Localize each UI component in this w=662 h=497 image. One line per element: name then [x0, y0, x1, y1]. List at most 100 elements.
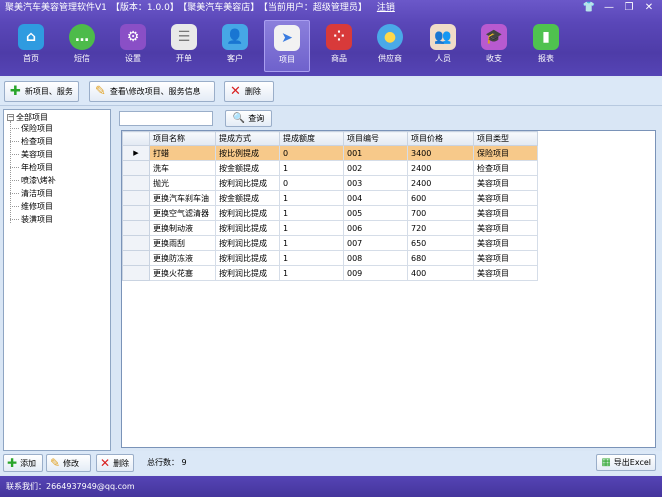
table-cell[interactable]: 美容项目 — [473, 175, 538, 191]
table-cell[interactable]: 009 — [343, 265, 408, 281]
table-cell[interactable]: 更换制动液 — [149, 220, 216, 236]
nav-item-projects[interactable]: ➤ 项目 — [264, 20, 310, 72]
table-row[interactable]: 更换制动液 按利润比提成 1 006 720 美容项目 — [122, 220, 538, 236]
table-cell[interactable]: 005 — [343, 205, 408, 221]
new-project-button[interactable]: ✚ 新项目、服务 — [4, 81, 79, 102]
collapse-icon[interactable]: − — [7, 114, 14, 121]
edit-project-button[interactable]: ✎ 查看\修改项目、服务信息 — [89, 81, 215, 102]
table-cell[interactable]: 2400 — [407, 175, 474, 191]
table-cell[interactable]: 007 — [343, 235, 408, 251]
row-selector[interactable] — [122, 160, 150, 176]
logout-link[interactable]: 注销 — [377, 3, 395, 13]
table-cell[interactable]: 按利润比提成 — [215, 220, 280, 236]
table-row[interactable]: 更换雨刮 按利润比提成 1 007 650 美容项目 — [122, 235, 538, 251]
column-header[interactable]: 项目名称 — [149, 131, 216, 146]
add-button[interactable]: ✚ 添加 — [3, 454, 43, 472]
table-cell[interactable]: 1 — [279, 205, 344, 221]
table-cell[interactable]: 更换火花塞 — [149, 265, 216, 281]
table-cell[interactable]: 美容项目 — [473, 265, 538, 281]
table-cell[interactable]: 004 — [343, 190, 408, 206]
table-row[interactable]: 抛光 按利润比提成 0 003 2400 美容项目 — [122, 175, 538, 191]
table-cell[interactable]: 0 — [279, 145, 344, 161]
column-header[interactable]: 提成额度 — [279, 131, 344, 146]
table-cell[interactable]: 1 — [279, 235, 344, 251]
nav-item-customers[interactable]: 👤 客户 — [212, 20, 258, 72]
table-cell[interactable]: 按比例提成 — [215, 145, 280, 161]
table-cell[interactable]: 美容项目 — [473, 235, 538, 251]
nav-item-reports[interactable]: ▮ 报表 — [523, 20, 569, 72]
nav-item-staff[interactable]: 👥 人员 — [420, 20, 466, 72]
table-cell[interactable]: 按金额提成 — [215, 190, 280, 206]
table-cell[interactable]: 680 — [407, 250, 474, 266]
table-cell[interactable]: 按金额提成 — [215, 160, 280, 176]
restore-button[interactable]: ❐ — [622, 2, 636, 14]
table-cell[interactable]: 抛光 — [149, 175, 216, 191]
table-cell[interactable]: 003 — [343, 175, 408, 191]
table-cell[interactable]: 洗车 — [149, 160, 216, 176]
table-cell[interactable]: 美容项目 — [473, 250, 538, 266]
table-cell[interactable]: 1 — [279, 220, 344, 236]
table-cell[interactable]: 700 — [407, 205, 474, 221]
table-cell[interactable]: 1 — [279, 190, 344, 206]
column-header[interactable]: 提成方式 — [215, 131, 280, 146]
table-row[interactable]: 洗车 按金额提成 1 002 2400 检查项目 — [122, 160, 538, 176]
nav-item-billing[interactable]: ☰ 开单 — [161, 20, 207, 72]
row-selector[interactable] — [122, 265, 150, 281]
skin-icon[interactable]: 👕 — [582, 2, 596, 14]
delete-project-button[interactable]: ✕ 删除 — [224, 81, 274, 102]
row-selector[interactable] — [122, 190, 150, 206]
tree-item[interactable]: 检查项目 — [10, 136, 53, 147]
table-cell[interactable]: 400 — [407, 265, 474, 281]
tree-item[interactable]: 喷漆\烤补 — [10, 175, 56, 186]
tree-item[interactable]: 年检项目 — [10, 162, 53, 173]
row-selector[interactable] — [122, 235, 150, 251]
table-cell[interactable]: 按利润比提成 — [215, 250, 280, 266]
row-selector[interactable] — [122, 220, 150, 236]
tree-item[interactable]: 美容项目 — [10, 149, 53, 160]
table-cell[interactable]: 美容项目 — [473, 190, 538, 206]
table-cell[interactable]: 650 — [407, 235, 474, 251]
table-row[interactable]: ▶ 打蜡 按比例提成 0 001 3400 保险项目 — [122, 145, 538, 161]
row-selector[interactable] — [122, 175, 150, 191]
table-cell[interactable]: 600 — [407, 190, 474, 206]
table-cell[interactable]: 按利润比提成 — [215, 265, 280, 281]
table-cell[interactable]: 720 — [407, 220, 474, 236]
row-selector[interactable]: ▶ — [122, 145, 150, 161]
tree-item[interactable]: 清洁项目 — [10, 188, 53, 199]
tree-root[interactable]: − 全部项目 — [7, 112, 48, 123]
table-cell[interactable]: 保险项目 — [473, 145, 538, 161]
nav-item-products[interactable]: ⁘ 商品 — [316, 20, 362, 72]
close-button[interactable]: ✕ — [642, 2, 656, 14]
table-cell[interactable]: 001 — [343, 145, 408, 161]
column-header[interactable]: 项目价格 — [407, 131, 474, 146]
table-cell[interactable]: 更换防冻液 — [149, 250, 216, 266]
table-cell[interactable]: 3400 — [407, 145, 474, 161]
nav-item-settings[interactable]: ⚙ 设置 — [110, 20, 156, 72]
nav-item-home[interactable]: ⌂ 首页 — [8, 20, 54, 72]
edit-button[interactable]: ✎ 修改 — [46, 454, 91, 472]
table-cell[interactable]: 按利润比提成 — [215, 235, 280, 251]
table-cell[interactable]: 更换空气滤清器 — [149, 205, 216, 221]
table-row[interactable]: 更换火花塞 按利润比提成 1 009 400 美容项目 — [122, 265, 538, 281]
table-cell[interactable]: 1 — [279, 160, 344, 176]
minimize-button[interactable]: — — [602, 2, 616, 14]
table-cell[interactable]: 美容项目 — [473, 220, 538, 236]
nav-item-finance[interactable]: 🎓 收支 — [471, 20, 517, 72]
tree-item[interactable]: 维修项目 — [10, 201, 53, 212]
table-cell[interactable]: 2400 — [407, 160, 474, 176]
table-row[interactable]: 更换空气滤清器 按利润比提成 1 005 700 美容项目 — [122, 205, 538, 221]
search-input[interactable] — [119, 111, 213, 126]
export-excel-button[interactable]: ▦ 导出Excel — [596, 454, 656, 471]
table-row[interactable]: 更换汽车刹车油 按金额提成 1 004 600 美容项目 — [122, 190, 538, 206]
table-cell[interactable]: 008 — [343, 250, 408, 266]
table-cell[interactable]: 更换汽车刹车油 — [149, 190, 216, 206]
table-cell[interactable]: 1 — [279, 250, 344, 266]
row-selector[interactable] — [122, 250, 150, 266]
table-cell[interactable]: 按利润比提成 — [215, 205, 280, 221]
table-cell[interactable]: 按利润比提成 — [215, 175, 280, 191]
nav-item-suppliers[interactable]: ● 供应商 — [367, 20, 413, 72]
delete-button[interactable]: ✕ 删除 — [96, 454, 134, 472]
table-cell[interactable]: 002 — [343, 160, 408, 176]
table-row[interactable]: 更换防冻液 按利润比提成 1 008 680 美容项目 — [122, 250, 538, 266]
tree-item[interactable]: 装潢项目 — [10, 214, 53, 225]
